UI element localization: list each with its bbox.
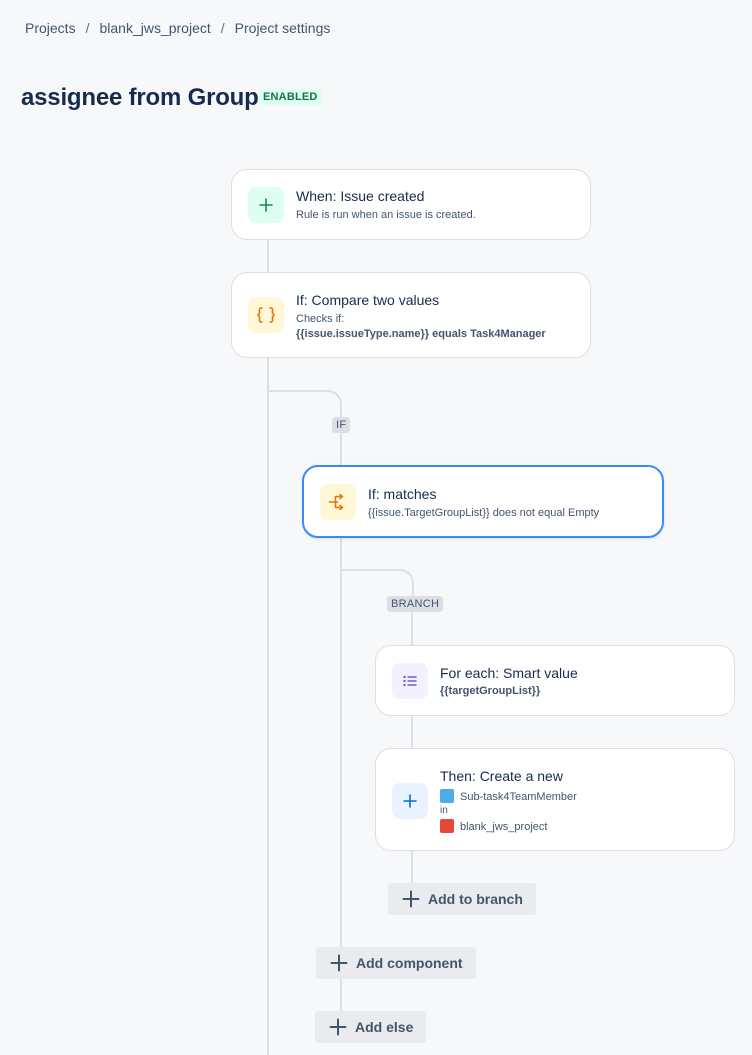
if-body-connector-line bbox=[340, 536, 342, 1012]
plus-icon bbox=[329, 1018, 347, 1036]
action-icon-box bbox=[392, 783, 428, 819]
if-matches-icon-box bbox=[320, 484, 356, 520]
status-badge: ENABLED bbox=[259, 89, 322, 105]
condition-card[interactable]: If: Compare two values Checks if: {{issu… bbox=[231, 272, 591, 358]
branch-icon-box bbox=[392, 663, 428, 699]
branch-value: {{targetGroupList}} bbox=[440, 685, 541, 697]
condition-title: If: Compare two values bbox=[296, 292, 440, 308]
action-issue-type: Sub-task4TeamMember bbox=[440, 789, 577, 803]
breadcrumb: Projects / blank_jws_project / Project s… bbox=[25, 20, 330, 36]
page-title: assignee from Group bbox=[21, 84, 259, 111]
add-component-button[interactable]: Add component bbox=[316, 947, 476, 979]
braces-icon bbox=[257, 307, 275, 323]
breadcrumb-projects[interactable]: Projects bbox=[25, 20, 76, 36]
condition-expression-value: {{issue.issueType.name}} bbox=[296, 328, 430, 340]
breadcrumb-separator: / bbox=[85, 20, 90, 36]
branch-title: For each: Smart value bbox=[440, 665, 578, 681]
branch-card[interactable]: For each: Smart value {{targetGroupList}… bbox=[375, 645, 735, 716]
trigger-title: When: Issue created bbox=[296, 188, 425, 204]
action-in-label: in bbox=[440, 805, 448, 816]
trigger-icon-box bbox=[248, 187, 284, 223]
condition-expression: {{issue.issueType.name}} equals Task4Man… bbox=[296, 328, 546, 340]
breadcrumb-separator: / bbox=[220, 20, 225, 36]
condition-label: Checks if: bbox=[296, 313, 345, 325]
list-icon bbox=[403, 675, 417, 687]
plus-icon bbox=[402, 890, 420, 908]
plus-icon bbox=[403, 794, 417, 808]
action-project: blank_jws_project bbox=[440, 819, 547, 833]
branch-arrow-icon bbox=[328, 494, 344, 510]
if-connector-curve bbox=[268, 390, 342, 420]
plus-icon bbox=[330, 954, 348, 972]
branch-connector-curve bbox=[341, 569, 414, 599]
condition-expression-operator: equals bbox=[432, 328, 468, 340]
if-tag: IF bbox=[332, 417, 351, 433]
action-issue-type-label: Sub-task4TeamMember bbox=[460, 791, 577, 803]
if-matches-description: {{issue.TargetGroupList}} does not equal… bbox=[368, 507, 600, 519]
add-to-branch-label: Add to branch bbox=[428, 891, 523, 907]
main-connector-line bbox=[267, 238, 269, 1055]
branch-end-connector-line bbox=[411, 849, 413, 885]
breadcrumb-project[interactable]: blank_jws_project bbox=[99, 20, 210, 36]
trigger-description: Rule is run when an issue is created. bbox=[296, 209, 476, 221]
branch-action-connector-line bbox=[411, 714, 413, 750]
action-project-label: blank_jws_project bbox=[460, 821, 548, 833]
plus-icon bbox=[259, 198, 273, 212]
project-avatar-icon bbox=[440, 819, 454, 833]
if-matches-title: If: matches bbox=[368, 486, 437, 502]
add-to-branch-button[interactable]: Add to branch bbox=[388, 883, 536, 915]
add-component-label: Add component bbox=[356, 955, 463, 971]
condition-expression-compare: Task4Manager bbox=[470, 328, 546, 340]
branch-tag: BRANCH bbox=[387, 596, 444, 612]
condition-icon-box bbox=[248, 297, 284, 333]
action-card[interactable]: Then: Create a new Sub-task4TeamMember i… bbox=[375, 748, 735, 851]
add-else-button[interactable]: Add else bbox=[315, 1011, 427, 1043]
trigger-card[interactable]: When: Issue created Rule is run when an … bbox=[231, 169, 591, 240]
action-title: Then: Create a new bbox=[440, 768, 563, 784]
add-else-label: Add else bbox=[355, 1019, 414, 1035]
breadcrumb-project-settings[interactable]: Project settings bbox=[235, 20, 331, 36]
subtask-icon bbox=[440, 789, 454, 803]
if-matches-card[interactable]: If: matches {{issue.TargetGroupList}} do… bbox=[302, 465, 664, 538]
